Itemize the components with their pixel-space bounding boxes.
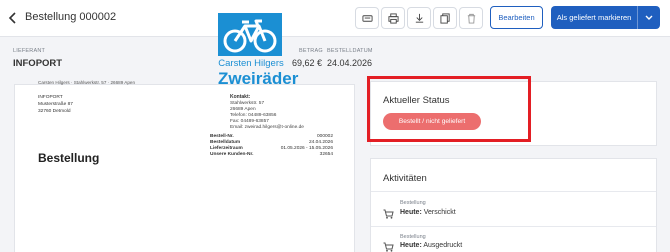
chevron-down-icon[interactable] <box>638 15 660 21</box>
supplier-label: LIEFERANT <box>13 48 46 54</box>
mark-delivered-label: Als geliefert markieren <box>556 13 632 22</box>
divider <box>371 226 656 227</box>
contact-line: Telefon: 04489-63856 <box>230 113 277 118</box>
recipient-line: Musterstraße 87 <box>38 102 73 107</box>
highlight-box <box>367 76 531 142</box>
contact-line: Email: zweirad.hilgers@t-online.de <box>230 125 304 130</box>
contact-line: Fax: 04489-63857 <box>230 119 269 124</box>
print-button[interactable] <box>381 7 405 29</box>
amount-label: BETRAG <box>299 48 323 54</box>
copy-button[interactable] <box>433 7 457 29</box>
back-arrow-icon[interactable] <box>6 10 20 26</box>
recipient-line: INFOPORT <box>38 95 63 100</box>
sender-line: Carsten Hilgers · Stahlwerkstr. 57 · 266… <box>38 80 136 85</box>
amount-value: 69,62 € <box>292 58 323 68</box>
cart-icon <box>383 209 394 219</box>
document-heading: Bestellung <box>38 151 100 165</box>
cart-icon <box>383 242 394 252</box>
activity-label: Bestellung <box>400 234 426 240</box>
trash-icon <box>467 13 475 24</box>
logo-name: Carsten Hilgers <box>218 58 284 69</box>
copy-icon <box>439 12 450 24</box>
supplier-value: INFOPORT <box>13 58 63 69</box>
order-date-label: BESTELLDATUM <box>327 48 373 54</box>
page-title: Bestellung 000002 <box>25 11 117 23</box>
contact-line: Stahlwerkstr. 57 <box>230 101 265 106</box>
download-button[interactable] <box>407 7 431 29</box>
email-button[interactable] <box>355 7 379 29</box>
download-icon <box>415 13 423 23</box>
bicycle-logo <box>218 13 282 56</box>
divider <box>371 191 656 192</box>
keyboard-icon <box>361 14 373 22</box>
order-date-value: 24.04.2026 <box>327 58 373 68</box>
activities-heading: Aktivitäten <box>383 173 427 184</box>
activity-label: Bestellung <box>400 200 426 206</box>
edit-button[interactable]: Bearbeiten <box>490 6 543 29</box>
printer-icon <box>387 12 399 24</box>
contact-line: 26689 Apen <box>230 107 256 112</box>
recipient-line: 32760 Detmold <box>38 109 71 114</box>
activity-text: Heute: Ausgedruckt <box>400 242 463 249</box>
contact-heading: Kontakt: <box>230 94 251 100</box>
activity-text: Heute: Verschickt <box>400 209 456 216</box>
mark-delivered-button[interactable]: Als geliefert markieren <box>551 6 660 29</box>
logo-brand: Zweiräder <box>218 69 299 88</box>
delete-button[interactable] <box>459 7 483 29</box>
